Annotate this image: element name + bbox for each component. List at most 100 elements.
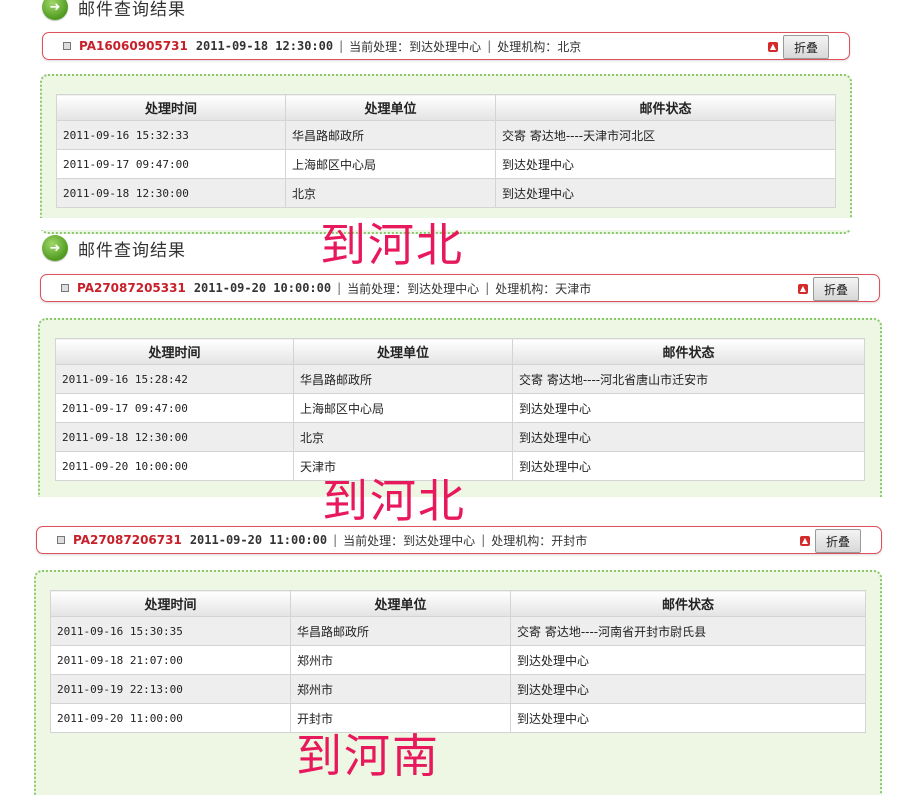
mail-number[interactable]: PA27087205331	[77, 281, 186, 295]
section-title-2: ➜ 邮件查询结果	[42, 235, 186, 261]
row-time: 2011-09-18 21:07:00	[50, 645, 291, 675]
arrow-right-icon: ➜	[42, 0, 68, 20]
org-value: 开封市	[551, 533, 588, 548]
collapse-icon[interactable]: ▲	[800, 536, 810, 546]
header-status: 邮件状态	[512, 338, 865, 365]
table-row: 2011-09-18 12:30:00 北京 到达处理中心	[56, 178, 836, 208]
row-status: 到达处理中心	[495, 178, 836, 208]
row-time: 2011-09-17 09:47:00	[56, 149, 286, 179]
org-label: 处理机构：	[491, 533, 552, 548]
row-unit: 上海邮区中心局	[293, 393, 513, 423]
separator: |	[485, 281, 490, 295]
tracking-table-2: 处理时间 处理单位 邮件状态 2011-09-16 15:28:42 华昌路邮政…	[55, 338, 865, 481]
row-time: 2011-09-16 15:28:42	[55, 364, 294, 394]
fold-control: ▲ 折叠	[768, 35, 829, 59]
separator: |	[339, 39, 344, 53]
row-status: 到达处理中心	[510, 703, 866, 733]
current-status: 到达处理中心	[409, 39, 482, 54]
table-row: 2011-09-18 12:30:00 北京 到达处理中心	[55, 422, 865, 452]
org-value: 天津市	[555, 281, 592, 296]
row-unit: 郑州市	[290, 674, 511, 704]
collapse-icon[interactable]: ▲	[768, 42, 778, 52]
handwritten-annotation: 到河南	[296, 729, 440, 783]
fold-control: ▲ 折叠	[798, 277, 859, 301]
mail-summary-bar-1: PA16060905731 2011-09-18 12:30:00 | 当前处理…	[42, 32, 850, 60]
row-time: 2011-09-17 09:47:00	[55, 393, 294, 423]
header-unit: 处理单位	[285, 94, 496, 121]
expand-square-icon	[57, 536, 65, 544]
row-unit: 华昌路邮政所	[285, 120, 496, 150]
table-row: 2011-09-16 15:32:33 华昌路邮政所 交寄 寄达地----天津市…	[56, 120, 836, 150]
row-time: 2011-09-19 22:13:00	[50, 674, 291, 704]
current-label: 当前处理：	[347, 281, 408, 296]
row-time: 2011-09-16 15:30:35	[50, 616, 291, 646]
row-time: 2011-09-20 11:00:00	[50, 703, 291, 733]
header-unit: 处理单位	[293, 338, 513, 365]
current-status: 到达处理中心	[407, 281, 480, 296]
row-status: 到达处理中心	[512, 393, 865, 423]
row-unit: 上海邮区中心局	[285, 149, 496, 179]
current-status: 到达处理中心	[403, 533, 476, 548]
current-label: 当前处理：	[349, 39, 410, 54]
mail-number[interactable]: PA16060905731	[79, 39, 188, 53]
header-time: 处理时间	[50, 590, 291, 617]
row-unit: 北京	[285, 178, 496, 208]
row-status: 到达处理中心	[512, 422, 865, 452]
header-time: 处理时间	[56, 94, 286, 121]
row-status: 交寄 寄达地----河南省开封市尉氏县	[510, 616, 866, 646]
row-status: 到达处理中心	[510, 674, 866, 704]
table-row: 2011-09-19 22:13:00 郑州市 到达处理中心	[50, 674, 866, 704]
separator: |	[337, 281, 342, 295]
org-value: 北京	[557, 39, 582, 54]
fold-control: ▲ 折叠	[800, 529, 861, 553]
section-title-text: 邮件查询结果	[78, 240, 186, 261]
expand-square-icon	[61, 284, 69, 292]
row-unit: 华昌路邮政所	[290, 616, 511, 646]
row-status: 到达处理中心	[510, 645, 866, 675]
row-unit: 郑州市	[290, 645, 511, 675]
row-time: 2011-09-18 12:30:00	[56, 178, 286, 208]
latest-time: 2011-09-18 12:30:00	[195, 39, 334, 53]
header-unit: 处理单位	[290, 590, 511, 617]
fold-button[interactable]: 折叠	[815, 529, 861, 553]
table-row: 2011-09-18 21:07:00 郑州市 到达处理中心	[50, 645, 866, 675]
fold-button[interactable]: 折叠	[783, 35, 829, 59]
table-row: 2011-09-16 15:30:35 华昌路邮政所 交寄 寄达地----河南省…	[50, 616, 866, 646]
separator: |	[333, 533, 338, 547]
mail-summary-bar-3: PA27087206731 2011-09-20 11:00:00 | 当前处理…	[36, 526, 882, 554]
collapse-icon[interactable]: ▲	[798, 284, 808, 294]
separator: |	[481, 533, 486, 547]
org-label: 处理机构：	[495, 281, 556, 296]
row-status: 到达处理中心	[512, 451, 865, 481]
section-title-1: ➜ 邮件查询结果	[42, 0, 186, 20]
table-row: 2011-09-20 11:00:00 开封市 到达处理中心	[50, 703, 866, 733]
arrow-right-icon: ➜	[42, 235, 68, 261]
latest-time: 2011-09-20 10:00:00	[193, 281, 332, 295]
table-row: 2011-09-17 09:47:00 上海邮区中心局 到达处理中心	[55, 393, 865, 423]
row-time: 2011-09-18 12:30:00	[55, 422, 294, 452]
table-row: 2011-09-16 15:28:42 华昌路邮政所 交寄 寄达地----河北省…	[55, 364, 865, 394]
mail-summary-bar-2: PA27087205331 2011-09-20 10:00:00 | 当前处理…	[40, 274, 880, 302]
expand-square-icon	[63, 42, 71, 50]
handwritten-annotation: 到河北	[322, 474, 466, 528]
fold-button[interactable]: 折叠	[813, 277, 859, 301]
current-label: 当前处理：	[343, 533, 404, 548]
latest-time: 2011-09-20 11:00:00	[189, 533, 328, 547]
tracking-table-3: 处理时间 处理单位 邮件状态 2011-09-16 15:30:35 华昌路邮政…	[50, 590, 866, 733]
row-status: 交寄 寄达地----天津市河北区	[495, 120, 836, 150]
mail-number[interactable]: PA27087206731	[73, 533, 182, 547]
header-status: 邮件状态	[495, 94, 836, 121]
header-status: 邮件状态	[510, 590, 866, 617]
separator: |	[487, 39, 492, 53]
row-time: 2011-09-16 15:32:33	[56, 120, 286, 150]
table-row: 2011-09-17 09:47:00 上海邮区中心局 到达处理中心	[56, 149, 836, 179]
header-time: 处理时间	[55, 338, 294, 365]
row-unit: 华昌路邮政所	[293, 364, 513, 394]
handwritten-annotation: 到河北	[320, 218, 464, 272]
row-unit: 北京	[293, 422, 513, 452]
row-status: 交寄 寄达地----河北省唐山市迁安市	[512, 364, 865, 394]
org-label: 处理机构：	[497, 39, 558, 54]
tracking-table-1: 处理时间 处理单位 邮件状态 2011-09-16 15:32:33 华昌路邮政…	[56, 94, 836, 208]
row-time: 2011-09-20 10:00:00	[55, 451, 294, 481]
section-title-text: 邮件查询结果	[78, 0, 186, 20]
